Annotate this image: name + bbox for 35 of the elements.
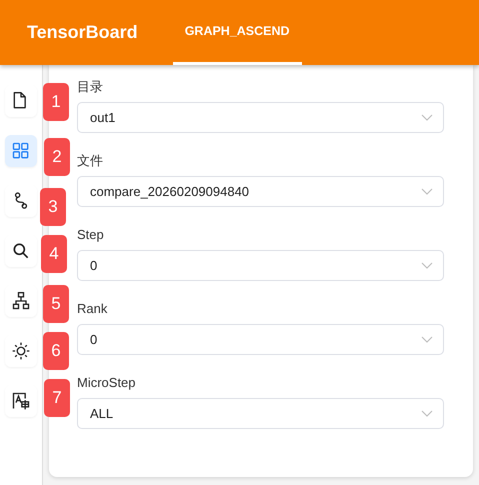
select-field[interactable]: ALL	[77, 398, 444, 429]
field-label: 文件	[77, 153, 104, 169]
sun-button[interactable]	[5, 335, 37, 367]
chevron-down-icon	[421, 410, 433, 418]
chevron-down-icon	[421, 336, 433, 344]
select-field[interactable]: 0	[77, 324, 444, 355]
number-badge: 1	[43, 83, 69, 121]
field-label: 目录	[77, 79, 104, 95]
sun-icon	[11, 341, 31, 361]
search-button[interactable]	[5, 235, 37, 267]
translate-button[interactable]	[5, 385, 37, 417]
number-badge: 2	[44, 138, 70, 176]
chevron-down-icon	[421, 188, 433, 196]
chevron-down-icon	[421, 262, 433, 270]
translate-icon	[11, 391, 31, 411]
chevron-down-icon	[421, 114, 433, 122]
field-label: Step	[77, 227, 105, 243]
search-icon	[11, 241, 31, 261]
number-badge: 3	[40, 188, 66, 226]
number-badge: 6	[43, 332, 69, 370]
grid-icon	[11, 141, 31, 161]
select-field[interactable]: 0	[77, 250, 444, 281]
path-button[interactable]	[5, 185, 37, 217]
number-badge: 7	[44, 379, 70, 417]
select-field[interactable]: out1	[77, 102, 444, 133]
grid-button[interactable]	[5, 135, 37, 167]
file-button[interactable]	[5, 85, 37, 117]
hierarchy-icon	[11, 291, 31, 311]
number-badge: 5	[43, 285, 69, 323]
hierarchy-button[interactable]	[5, 285, 37, 317]
field-label: MicroStep	[77, 375, 137, 391]
select-field[interactable]: compare_20260209094840	[77, 176, 444, 207]
app-title: TensorBoard	[27, 22, 138, 43]
number-badge: 4	[41, 235, 67, 273]
field-label: Rank	[77, 301, 108, 317]
